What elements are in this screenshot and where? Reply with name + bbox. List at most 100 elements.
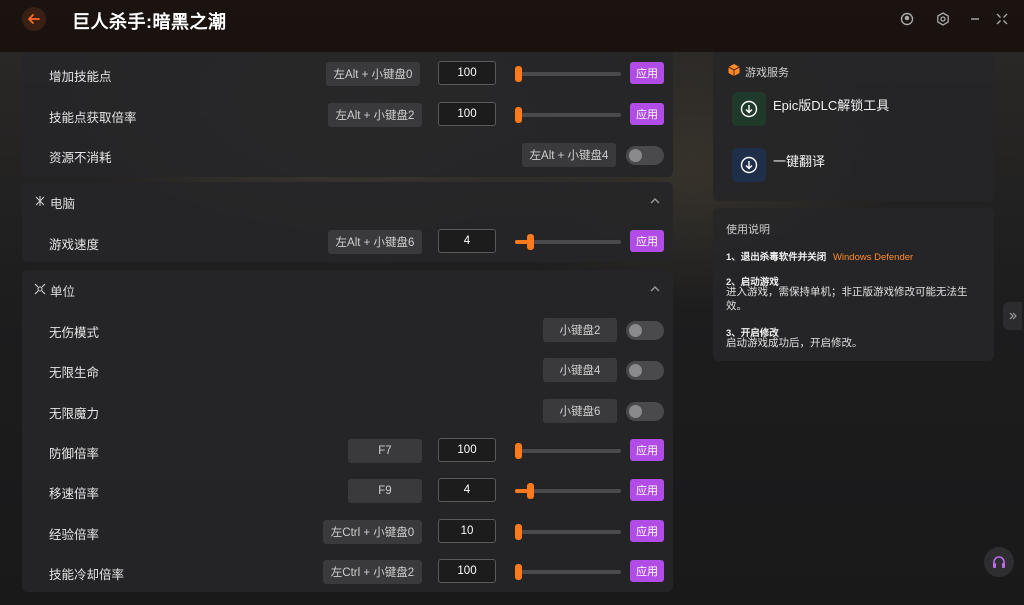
step2-text: 进入游戏，需保持单机；非正版游戏修改可能无法生效。 [726, 286, 968, 312]
hotkey-badge[interactable]: 左Alt + 小键盘4 [522, 143, 616, 167]
row-label: 资源不消耗 [49, 151, 112, 165]
value-slider[interactable] [515, 524, 621, 540]
section-title: 单位 [50, 285, 76, 299]
apply-button[interactable]: 应用 [630, 103, 664, 125]
shrink-button[interactable] [994, 11, 1010, 27]
value-input[interactable]: 100 [438, 61, 496, 85]
back-button[interactable] [22, 7, 46, 31]
chevron-up-icon [650, 198, 660, 204]
section-title: 电脑 [50, 197, 76, 211]
apply-button[interactable]: 应用 [630, 230, 664, 252]
row-infinite-mana: 无限魔力 小键盘6 [22, 391, 673, 431]
chip-icon [35, 196, 45, 206]
windows-defender-link[interactable]: Windows Defender [833, 252, 913, 263]
hotkey-badge[interactable]: 左Alt + 小键盘2 [328, 103, 422, 127]
hotkey-badge[interactable]: 左Alt + 小键盘0 [326, 62, 420, 86]
services-title: 游戏服务 [745, 67, 789, 79]
unit-panel: 单位 无伤模式 小键盘2 无限生命 小键盘4 无限魔力 小键盘6 防御倍率 F7… [22, 270, 673, 592]
value-slider[interactable] [515, 234, 621, 250]
row-add-skill-points: 增加技能点 左Alt + 小键盘0 100 应用 [22, 54, 673, 94]
hotkey-badge[interactable]: F9 [348, 479, 422, 503]
step3-text: 启动游戏成功后，开启修改。 [726, 337, 863, 349]
hotkey-badge[interactable]: 左Ctrl + 小键盘2 [323, 560, 422, 584]
row-label: 游戏速度 [49, 238, 100, 252]
value-input[interactable]: 4 [438, 478, 496, 502]
game-services-card: 游戏服务 Epic版DLC解锁工具 一键翻译 [713, 52, 994, 201]
service-name: 一键翻译 [773, 154, 826, 169]
hotkey-badge[interactable]: 左Alt + 小键盘6 [328, 230, 422, 254]
row-label: 无限生命 [49, 366, 100, 380]
section-header[interactable]: 单位 [22, 270, 673, 308]
usage-guide-card: 使用说明 1、退出杀毒软件并关闭 Windows Defender 2、启动游戏… [713, 208, 994, 361]
row-label: 防御倍率 [49, 447, 100, 461]
apply-button[interactable]: 应用 [630, 479, 664, 501]
step1-text: 1、退出杀毒软件并关闭 [726, 252, 827, 263]
unit-icon [34, 283, 46, 295]
minimize-icon [971, 18, 979, 20]
guide-title: 使用说明 [726, 224, 770, 236]
value-slider[interactable] [515, 564, 621, 580]
row-label: 技能点获取倍率 [49, 111, 137, 125]
apply-button[interactable]: 应用 [630, 560, 664, 582]
row-label: 增加技能点 [49, 70, 112, 84]
chevron-up-icon [650, 286, 660, 292]
skills-panel: 增加技能点 左Alt + 小键盘0 100 应用 技能点获取倍率 左Alt + … [22, 52, 673, 177]
toggle-switch[interactable] [626, 402, 664, 421]
row-label: 经验倍率 [49, 528, 100, 542]
title-bar: 巨人杀手:暗黑之潮 [0, 0, 1024, 52]
row-label: 无伤模式 [49, 326, 100, 340]
apply-button[interactable]: 应用 [630, 439, 664, 461]
settings-icon [937, 12, 949, 26]
user-button[interactable] [899, 11, 915, 27]
row-invincible: 无伤模式 小键盘2 [22, 310, 673, 350]
toggle-switch[interactable] [626, 361, 664, 380]
value-slider[interactable] [515, 66, 621, 82]
headset-icon [993, 556, 1005, 568]
settings-button[interactable] [935, 11, 951, 27]
row-exp-rate: 经验倍率 左Ctrl + 小键盘0 10 应用 [22, 512, 673, 552]
row-no-resource-cost: 资源不消耗 左Alt + 小键盘4 [22, 135, 673, 175]
page-title: 巨人杀手:暗黑之潮 [72, 12, 227, 32]
hotkey-badge[interactable]: 小键盘2 [543, 318, 617, 342]
value-slider[interactable] [515, 107, 621, 123]
computer-panel: 电脑 游戏速度 左Alt + 小键盘6 4 应用 [22, 182, 673, 262]
toggle-switch[interactable] [626, 321, 664, 340]
toggle-switch[interactable] [626, 146, 664, 165]
support-button[interactable] [984, 547, 1014, 577]
section-header[interactable]: 电脑 [22, 182, 673, 220]
expand-sidebar-button[interactable] [1003, 302, 1022, 330]
box-icon [728, 64, 740, 76]
row-defense-rate: 防御倍率 F7 100 应用 [22, 431, 673, 471]
row-move-speed-rate: 移速倍率 F9 4 应用 [22, 471, 673, 511]
chevron-double-right-icon [1009, 312, 1017, 320]
hotkey-badge[interactable]: 左Ctrl + 小键盘0 [323, 520, 422, 544]
service-item-epic-dlc[interactable]: Epic版DLC解锁工具 [732, 92, 982, 128]
service-name: Epic版DLC解锁工具 [773, 98, 890, 113]
minimize-button[interactable] [967, 11, 983, 27]
value-input[interactable]: 100 [438, 559, 496, 583]
value-input[interactable]: 100 [438, 102, 496, 126]
row-cooldown-rate: 技能冷却倍率 左Ctrl + 小键盘2 100 应用 [22, 552, 673, 592]
hotkey-badge[interactable]: 小键盘4 [543, 358, 617, 382]
row-game-speed: 游戏速度 左Alt + 小键盘6 4 应用 [22, 222, 673, 262]
service-item-translate[interactable]: 一键翻译 [732, 148, 982, 184]
back-arrow-icon [28, 14, 40, 24]
row-skill-point-rate: 技能点获取倍率 左Alt + 小键盘2 100 应用 [22, 95, 673, 135]
download-icon [732, 92, 766, 126]
value-input[interactable]: 10 [438, 519, 496, 543]
download-icon [732, 148, 766, 182]
hotkey-badge[interactable]: 小键盘6 [543, 399, 617, 423]
step1-heading: 1、退出杀毒软件并关闭 Windows Defender [726, 249, 913, 263]
row-label: 无限魔力 [49, 407, 100, 421]
hotkey-badge[interactable]: F7 [348, 439, 422, 463]
row-label: 移速倍率 [49, 487, 100, 501]
value-slider[interactable] [515, 443, 621, 459]
row-label: 技能冷却倍率 [49, 568, 125, 582]
apply-button[interactable]: 应用 [630, 520, 664, 542]
value-slider[interactable] [515, 483, 621, 499]
shrink-icon [996, 13, 1008, 25]
apply-button[interactable]: 应用 [630, 62, 664, 84]
value-input[interactable]: 4 [438, 229, 496, 253]
value-input[interactable]: 100 [438, 438, 496, 462]
row-infinite-health: 无限生命 小键盘4 [22, 350, 673, 390]
